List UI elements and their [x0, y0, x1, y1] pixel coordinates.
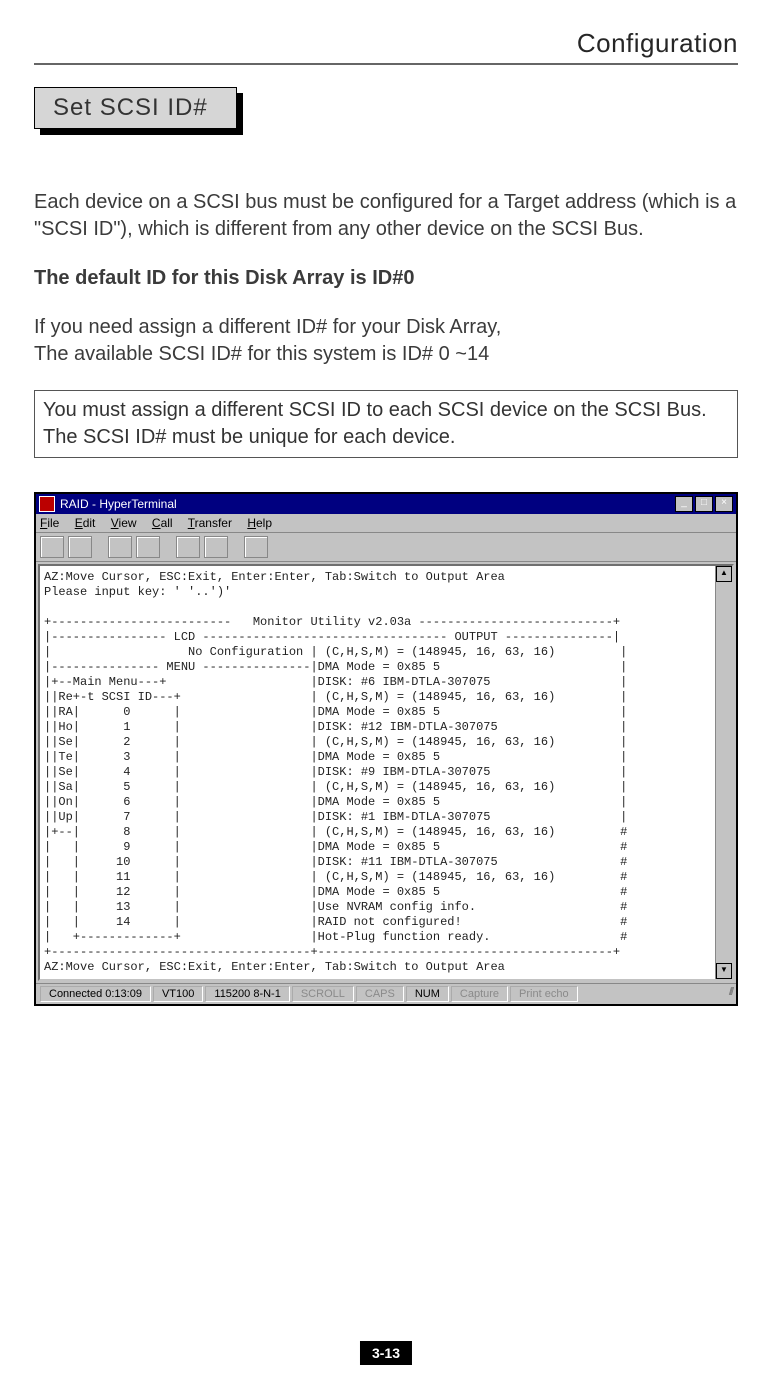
body-text: Each device on a SCSI bus must be config… [34, 189, 738, 458]
paragraph-intro: Each device on a SCSI bus must be config… [34, 189, 738, 243]
paragraph-assign-line2: The available SCSI ID# for this system i… [34, 343, 489, 365]
status-scroll: SCROLL [292, 986, 354, 1002]
window-titlebar[interactable]: RAID - HyperTerminal _ □ × [36, 494, 736, 514]
app-icon [39, 496, 55, 512]
toolbar-properties-icon[interactable] [244, 536, 268, 558]
status-connected: Connected 0:13:09 [40, 986, 151, 1002]
status-line: 115200 8-N-1 [205, 986, 289, 1002]
toolbar-hangup-icon[interactable] [136, 536, 160, 558]
note-box: You must assign a different SCSI ID to e… [34, 390, 738, 458]
toolbar-new-icon[interactable] [40, 536, 64, 558]
toolbar [36, 533, 736, 562]
window-title: RAID - HyperTerminal [60, 497, 177, 511]
header-rule [34, 63, 738, 65]
minimize-button[interactable]: _ [675, 496, 693, 512]
terminal-output[interactable]: AZ:Move Cursor, ESC:Exit, Enter:Enter, T… [42, 568, 730, 977]
section-heading-label: Set SCSI ID# [34, 87, 237, 129]
paragraph-assign-line1: If you need assign a different ID# for y… [34, 316, 501, 338]
menu-call[interactable]: Call [152, 516, 173, 530]
close-button[interactable]: × [715, 496, 733, 512]
toolbar-open-icon[interactable] [68, 536, 92, 558]
status-bar: Connected 0:13:09 VT100 115200 8-N-1 SCR… [36, 983, 736, 1004]
window-buttons: _ □ × [675, 496, 733, 512]
scroll-down-button[interactable]: ▼ [716, 963, 732, 979]
paragraph-assign: If you need assign a different ID# for y… [34, 314, 738, 368]
resize-grip-icon[interactable]: /// [716, 986, 732, 1002]
status-caps: CAPS [356, 986, 404, 1002]
page: Configuration Set SCSI ID# Each device o… [0, 0, 772, 1393]
menu-edit[interactable]: Edit [75, 516, 96, 530]
menu-file[interactable]: File [40, 516, 59, 530]
page-header-title: Configuration [34, 28, 738, 59]
toolbar-receive-icon[interactable] [204, 536, 228, 558]
menu-bar: File Edit View Call Transfer Help [36, 514, 736, 533]
maximize-button[interactable]: □ [695, 496, 713, 512]
vertical-scrollbar[interactable]: ▲ ▼ [715, 566, 732, 979]
status-echo: Print echo [510, 986, 578, 1002]
status-num: NUM [406, 986, 449, 1002]
terminal-client-area: ▲ ▼ AZ:Move Cursor, ESC:Exit, Enter:Ente… [38, 564, 734, 981]
hyperterminal-window: RAID - HyperTerminal _ □ × File Edit Vie… [34, 492, 738, 1006]
toolbar-send-icon[interactable] [176, 536, 200, 558]
menu-help[interactable]: Help [247, 516, 272, 530]
page-number-badge: 3-13 [360, 1341, 412, 1365]
menu-view[interactable]: View [111, 516, 137, 530]
section-heading: Set SCSI ID# [34, 87, 237, 129]
status-emulation: VT100 [153, 986, 203, 1002]
toolbar-call-icon[interactable] [108, 536, 132, 558]
menu-transfer[interactable]: Transfer [188, 516, 232, 530]
status-capture: Capture [451, 986, 508, 1002]
paragraph-default-id: The default ID for this Disk Array is ID… [34, 265, 738, 292]
scroll-up-button[interactable]: ▲ [716, 566, 732, 582]
